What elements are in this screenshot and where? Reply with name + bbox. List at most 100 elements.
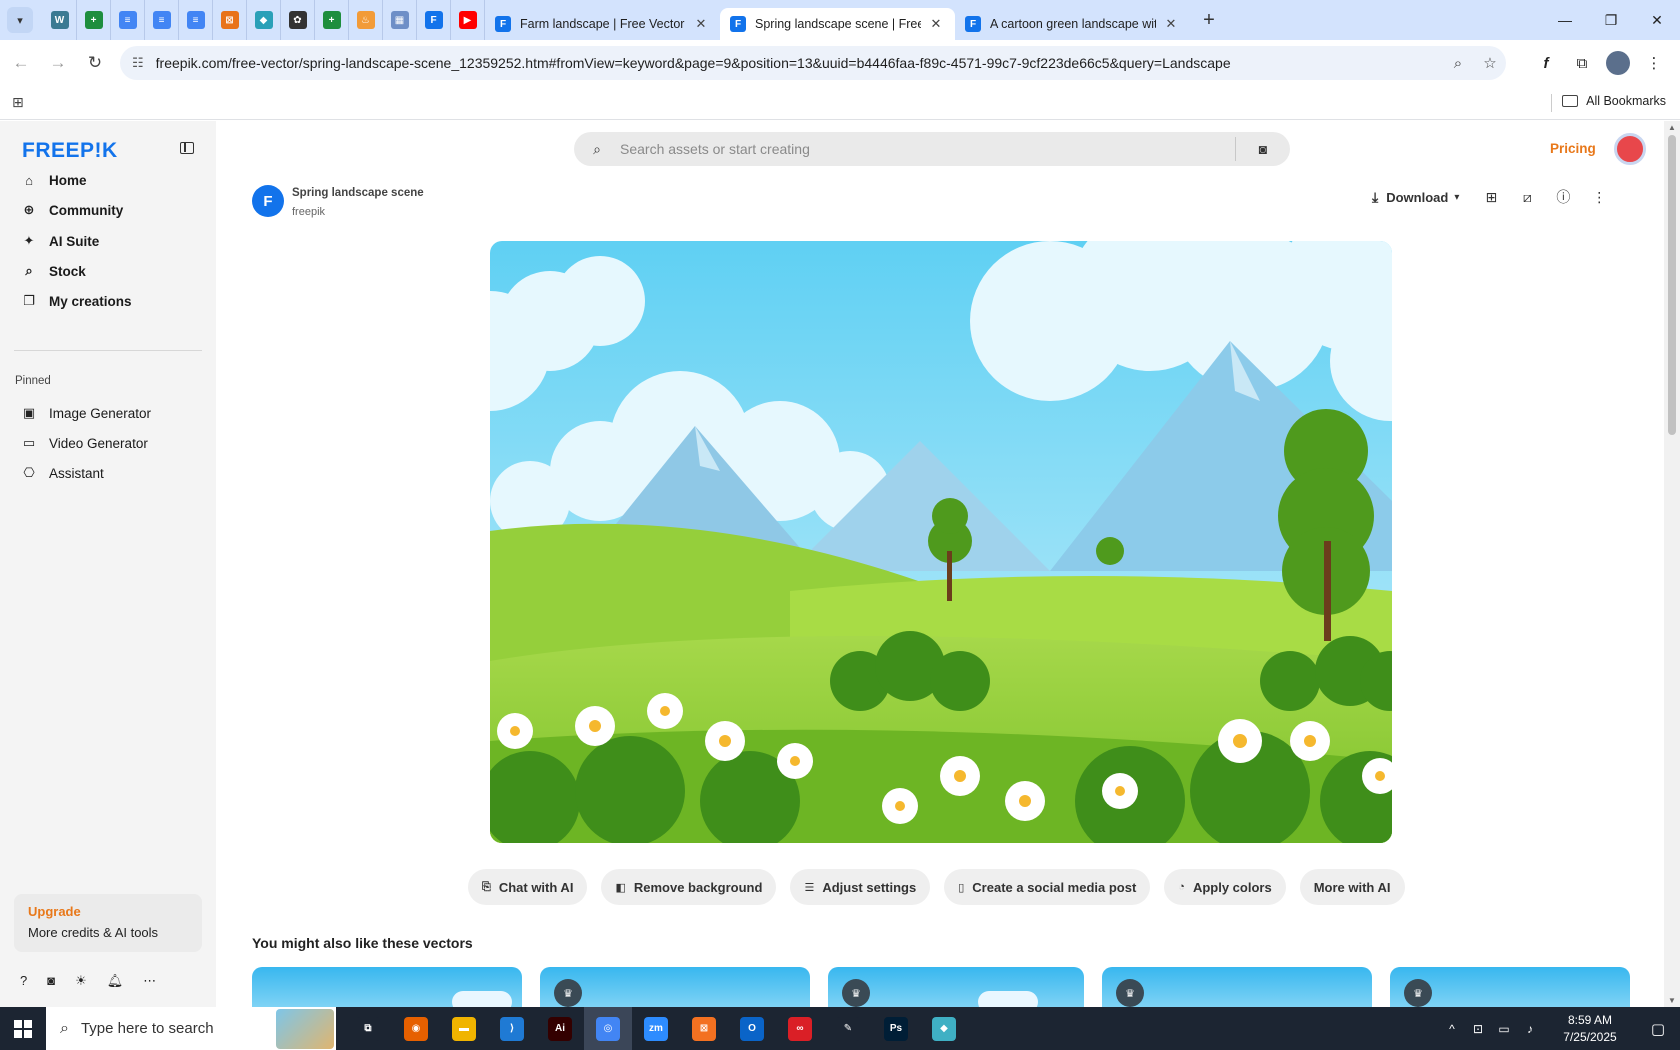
taskbar-app[interactable]: ◉: [392, 1007, 440, 1050]
taskbar-app[interactable]: ⊠: [680, 1007, 728, 1050]
edit-image-icon[interactable]: ⧄: [1509, 189, 1545, 206]
pinned-tab[interactable]: W: [43, 0, 77, 40]
taskbar-search[interactable]: ⌕ Type here to search: [46, 1007, 336, 1050]
asset-author[interactable]: freepik: [292, 206, 325, 218]
tab-close-icon[interactable]: ✕: [927, 16, 945, 32]
ai-tool-chat-with-ai[interactable]: ⎘ Chat with AI: [468, 869, 588, 905]
browser-menu-icon[interactable]: ⋮: [1636, 54, 1672, 72]
address-bar[interactable]: ☷ freepik.com/free-vector/spring-landsca…: [120, 46, 1506, 80]
related-thumbnail[interactable]: ♛: [1390, 967, 1630, 1007]
clock[interactable]: 8:59 AM 7/25/2025: [1550, 1012, 1630, 1046]
pinned-tab[interactable]: F: [417, 0, 451, 40]
sidebar-item-stock[interactable]: ⌕ Stock: [12, 256, 202, 286]
taskbar-app[interactable]: zm: [632, 1007, 680, 1050]
camera-icon[interactable]: ◙: [1236, 141, 1290, 157]
info-icon[interactable]: ⓘ: [1545, 187, 1581, 207]
chevron-up-icon[interactable]: ^: [1440, 1022, 1464, 1036]
search-input[interactable]: Search assets or start creating: [620, 141, 1235, 157]
scroll-down-icon[interactable]: ▼: [1668, 996, 1676, 1005]
sidebar-collapse-icon[interactable]: [180, 142, 194, 154]
pinned-tab[interactable]: ▦: [383, 0, 417, 40]
page-scrollbar[interactable]: ▲ ▼: [1664, 121, 1680, 1007]
sidebar-item-ai-suite[interactable]: ✦ AI Suite: [12, 226, 202, 256]
taskbar-app[interactable]: ✎: [824, 1007, 872, 1050]
pinned-tab[interactable]: +: [315, 0, 349, 40]
pinned-tab[interactable]: ≡: [111, 0, 145, 40]
tab-search-icon[interactable]: ▾: [7, 7, 33, 33]
theme-icon[interactable]: ☀: [75, 973, 87, 989]
taskbar-search-input[interactable]: Type here to search: [81, 1020, 276, 1037]
pricing-link[interactable]: Pricing: [1550, 141, 1596, 156]
zoom-icon[interactable]: ⌕: [1442, 55, 1474, 72]
ai-tool-adjust-settings[interactable]: ☰ Adjust settings: [790, 869, 931, 905]
back-icon[interactable]: ←: [5, 47, 37, 79]
taskbar-app[interactable]: O: [728, 1007, 776, 1050]
start-button[interactable]: [0, 1007, 46, 1050]
pinned-tab[interactable]: ♨: [349, 0, 383, 40]
tab-close-icon[interactable]: ✕: [692, 16, 710, 32]
pinned-item-assistant[interactable]: ⎔ Assistant: [12, 458, 202, 488]
pinned-tab[interactable]: ▶: [451, 0, 485, 40]
volume-icon[interactable]: ♪: [1518, 1022, 1542, 1036]
related-thumbnail[interactable]: ♛: [1102, 967, 1372, 1007]
browser-tab[interactable]: F Farm landscape | Free Vector ✕: [485, 8, 720, 40]
tab-close-icon[interactable]: ✕: [1162, 16, 1180, 32]
more-options-icon[interactable]: ⋮: [1581, 189, 1617, 206]
taskbar-app[interactable]: ▬: [440, 1007, 488, 1050]
notifications-icon[interactable]: 🔔︎: [107, 973, 124, 989]
forward-icon[interactable]: →: [42, 47, 74, 79]
related-thumbnail[interactable]: [252, 967, 522, 1007]
related-thumbnail[interactable]: ♛: [828, 967, 1084, 1007]
close-window-icon[interactable]: ✕: [1634, 0, 1680, 40]
ai-tool-apply-colors[interactable]: ◔ Apply colors: [1164, 869, 1286, 905]
extensions-icon[interactable]: ⧉: [1564, 55, 1600, 72]
pinned-tab[interactable]: ≡: [145, 0, 179, 40]
ai-tool-remove-background[interactable]: ◧ Remove background: [601, 869, 777, 905]
search-highlight-image[interactable]: [276, 1008, 334, 1049]
reload-icon[interactable]: ↻: [79, 47, 111, 79]
minimize-icon[interactable]: —: [1542, 0, 1588, 40]
restore-icon[interactable]: ❐: [1588, 0, 1634, 40]
add-to-collection-icon[interactable]: ⊞: [1473, 189, 1509, 206]
upgrade-card[interactable]: Upgrade More credits & AI tools: [14, 894, 202, 952]
pinned-tab[interactable]: ⊠: [213, 0, 247, 40]
ai-tool-more-with-ai[interactable]: More with AI: [1299, 869, 1405, 905]
taskbar-app[interactable]: ∞: [776, 1007, 824, 1050]
notification-center-icon[interactable]: ▢: [1636, 1020, 1680, 1038]
pinned-item-video-generator[interactable]: ▭ Video Generator: [12, 428, 202, 458]
taskbar-app[interactable]: ⧉: [344, 1007, 392, 1050]
font-extension-icon[interactable]: f: [1528, 55, 1564, 72]
taskbar-app[interactable]: Ps: [872, 1007, 920, 1050]
site-info-icon[interactable]: ☷: [132, 55, 144, 71]
url-text[interactable]: freepik.com/free-vector/spring-landscape…: [156, 55, 1442, 71]
new-tab-button[interactable]: +: [1194, 9, 1224, 32]
browser-tab[interactable]: F A cartoon green landscape with ✕: [955, 8, 1190, 40]
sidebar-item-home[interactable]: ⌂ Home: [12, 165, 202, 195]
pinned-tab[interactable]: ◆: [247, 0, 281, 40]
profile-avatar[interactable]: [1606, 51, 1630, 75]
apps-grid-icon[interactable]: ⊞: [12, 94, 24, 111]
sidebar-item-my-creations[interactable]: ❐ My creations: [12, 286, 202, 316]
pinned-tab[interactable]: ✿: [281, 0, 315, 40]
freepik-logo[interactable]: FREEP!K: [22, 139, 118, 163]
taskbar-app[interactable]: ⟩: [488, 1007, 536, 1050]
discord-icon[interactable]: ◙: [47, 973, 55, 989]
search-bar[interactable]: ⌕ Search assets or start creating ◙: [574, 132, 1290, 166]
network-icon[interactable]: ▭: [1492, 1022, 1516, 1036]
browser-tab[interactable]: F Spring landscape scene | Free V ✕: [720, 8, 955, 40]
all-bookmarks-button[interactable]: All Bookmarks: [1562, 94, 1666, 108]
user-avatar[interactable]: [1614, 133, 1646, 165]
scroll-up-icon[interactable]: ▲: [1668, 123, 1676, 132]
author-avatar[interactable]: F: [252, 185, 284, 217]
bookmark-star-icon[interactable]: ☆: [1474, 54, 1506, 72]
pinned-item-image-generator[interactable]: ▣ Image Generator: [12, 398, 202, 428]
device-icon[interactable]: ⊡: [1466, 1022, 1490, 1036]
help-icon[interactable]: ?: [20, 973, 27, 989]
asset-preview-image[interactable]: [490, 241, 1392, 843]
download-button[interactable]: ⤓ Download ▾: [1372, 189, 1459, 206]
sidebar-item-community[interactable]: ⊕ Community: [12, 195, 202, 225]
more-icon[interactable]: ⋯: [143, 973, 156, 989]
pinned-tab[interactable]: +: [77, 0, 111, 40]
taskbar-app[interactable]: ◆: [920, 1007, 968, 1050]
related-thumbnail[interactable]: ♛: [540, 967, 810, 1007]
